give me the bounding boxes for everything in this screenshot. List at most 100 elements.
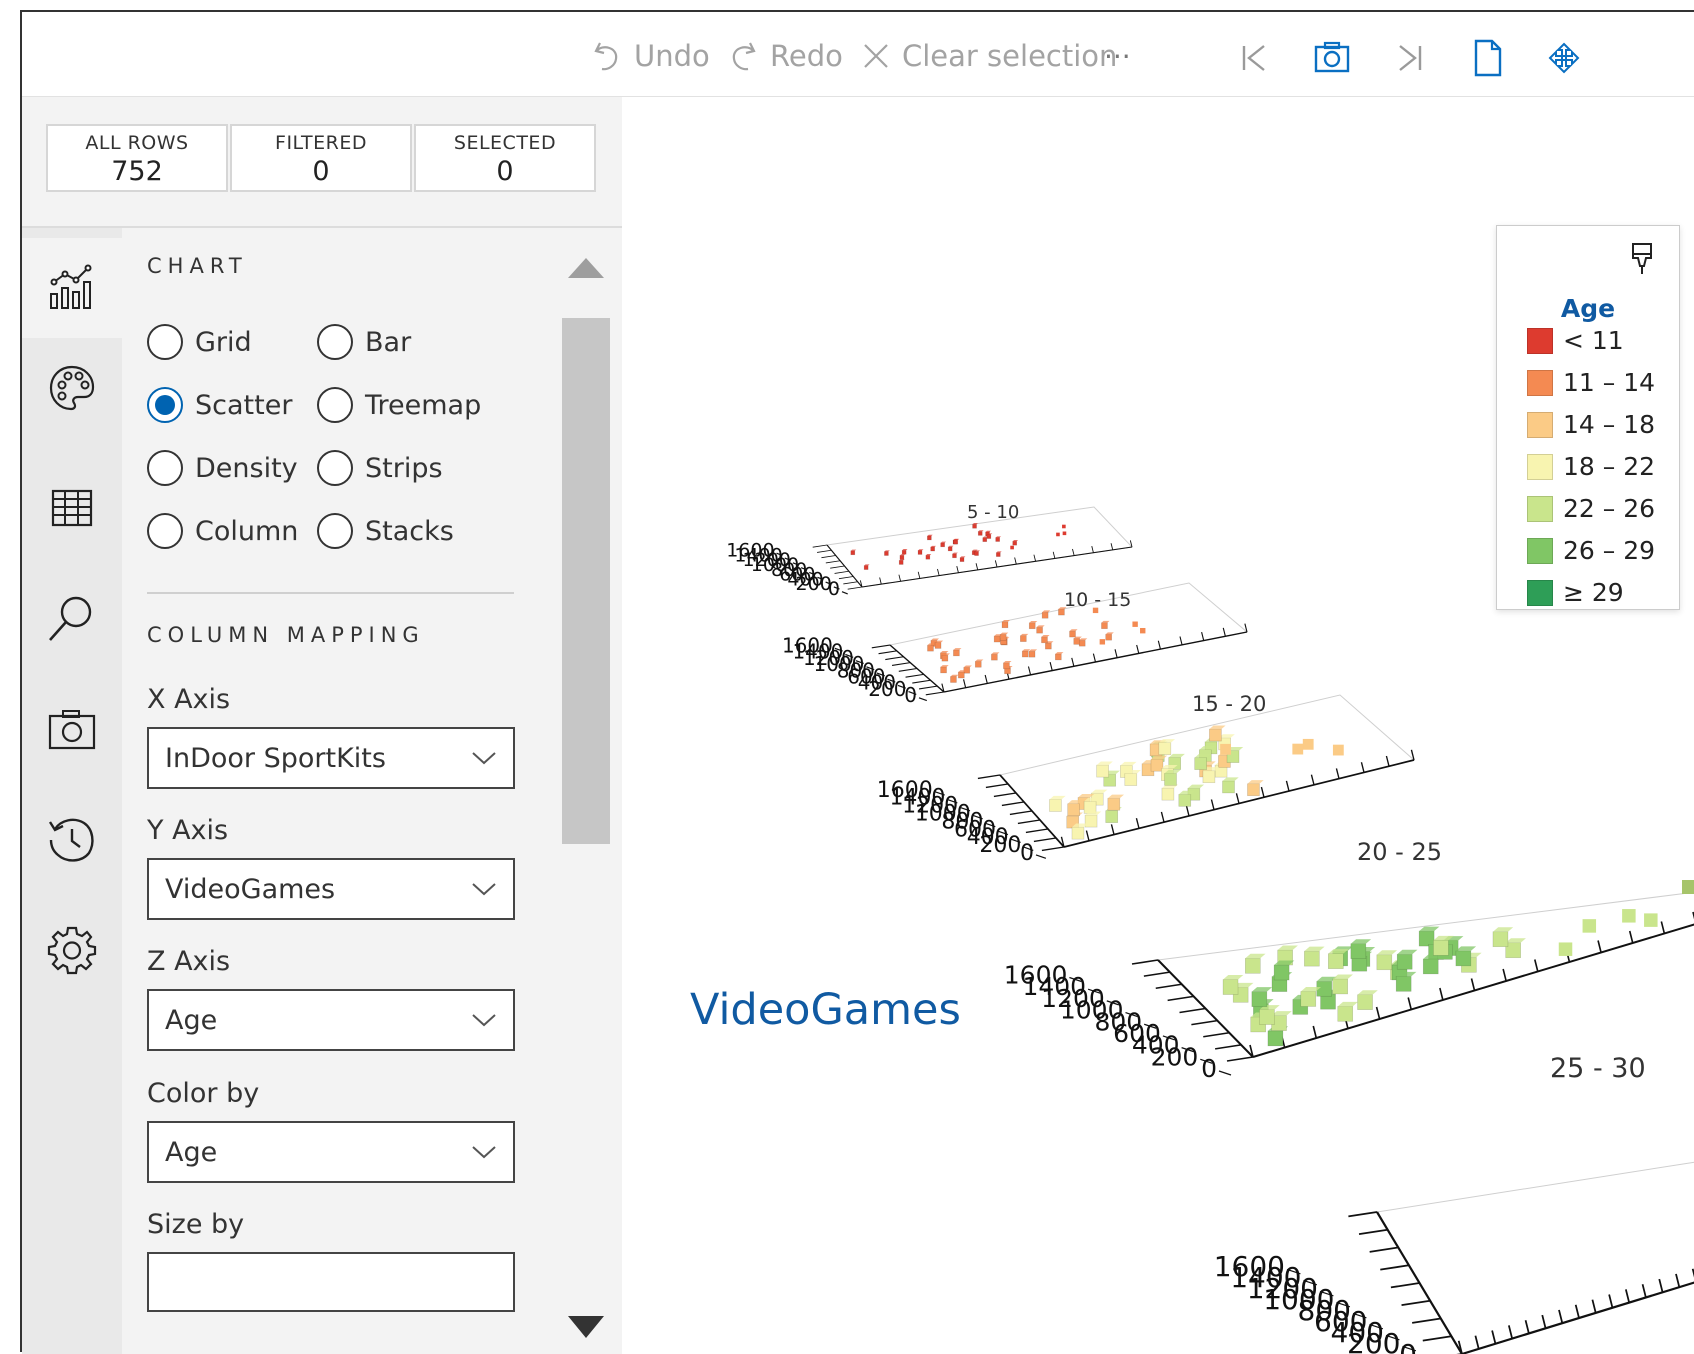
rail-palette[interactable] bbox=[22, 338, 122, 438]
scatter-outlier bbox=[1682, 880, 1694, 894]
z-axis-select[interactable]: Age bbox=[147, 989, 515, 1051]
rail-table[interactable] bbox=[22, 458, 122, 558]
scatter-point bbox=[1158, 742, 1172, 756]
radio-grid[interactable]: Grid bbox=[147, 324, 252, 360]
rail-history[interactable] bbox=[22, 790, 122, 890]
radio-circle-selected[interactable] bbox=[147, 387, 183, 423]
more-button[interactable]: ··· bbox=[1104, 36, 1131, 76]
facet-z-tick bbox=[993, 792, 1017, 798]
palette-icon bbox=[49, 365, 95, 411]
undo-button[interactable]: Undo bbox=[592, 36, 710, 76]
pin-icon[interactable] bbox=[1629, 242, 1655, 276]
facet-z-tick bbox=[1143, 971, 1170, 977]
rail-settings[interactable] bbox=[22, 900, 122, 1000]
gear-icon bbox=[47, 926, 97, 975]
camera-icon[interactable] bbox=[1312, 38, 1352, 78]
legend-item[interactable]: ≥ 29 bbox=[1527, 578, 1624, 607]
scatter-point bbox=[1376, 954, 1393, 971]
color-legend[interactable]: Age < 11 11 – 14 14 – 18 18 – 22 22 – 26 26 –… bbox=[1496, 225, 1680, 610]
scatter-outlier bbox=[1582, 919, 1597, 933]
radio-circle[interactable] bbox=[317, 513, 353, 549]
radio-label: Grid bbox=[195, 326, 252, 358]
rail-chart[interactable] bbox=[22, 238, 122, 338]
axis-tick-mark bbox=[918, 697, 928, 702]
radio-circle[interactable] bbox=[317, 387, 353, 423]
radio-scatter[interactable]: Scatter bbox=[147, 387, 292, 423]
selected-value: 0 bbox=[496, 156, 514, 187]
radio-circle[interactable] bbox=[147, 324, 183, 360]
legend-swatch bbox=[1527, 327, 1553, 354]
scatter-point bbox=[1304, 950, 1320, 967]
legend-swatch bbox=[1527, 453, 1553, 480]
legend-item[interactable]: 22 – 26 bbox=[1527, 494, 1655, 523]
scatter-point bbox=[1020, 635, 1027, 642]
filtered-value: 0 bbox=[312, 156, 330, 187]
facet-z-tick bbox=[1009, 810, 1033, 816]
scatter-point bbox=[1084, 814, 1098, 828]
redo-button[interactable]: Redo bbox=[728, 36, 843, 76]
facet-x-tick bbox=[1574, 1304, 1580, 1319]
scatter-point bbox=[952, 553, 957, 559]
legend-item[interactable]: 11 – 14 bbox=[1527, 368, 1655, 397]
scatter-point bbox=[1096, 764, 1109, 778]
chevron-down-icon bbox=[472, 883, 496, 896]
scroll-up-icon[interactable] bbox=[564, 254, 608, 284]
scatter-point bbox=[1003, 662, 1010, 670]
radio-label: Column bbox=[195, 515, 299, 547]
radio-column[interactable]: Column bbox=[147, 513, 298, 549]
page-icon[interactable] bbox=[1468, 38, 1508, 78]
radio-treemap[interactable]: Treemap bbox=[317, 387, 481, 423]
rail-camera[interactable] bbox=[22, 680, 122, 780]
radio-bar[interactable]: Bar bbox=[317, 324, 411, 360]
last-page-icon[interactable] bbox=[1390, 38, 1430, 78]
radio-circle[interactable] bbox=[147, 450, 183, 486]
facet-z-tick bbox=[977, 774, 1001, 780]
scatter-point bbox=[1036, 626, 1043, 634]
facet-z-tick bbox=[1041, 846, 1065, 852]
scatter-outlier bbox=[1092, 607, 1099, 614]
legend-item[interactable]: 18 – 22 bbox=[1527, 452, 1655, 481]
all-rows-value: 752 bbox=[111, 156, 163, 187]
color-by-select[interactable]: Age bbox=[147, 1121, 515, 1183]
panel-scrollbar[interactable] bbox=[542, 228, 622, 1354]
radio-label: Scatter bbox=[195, 389, 293, 421]
legend-label: ≥ 29 bbox=[1563, 578, 1624, 607]
scatter-point bbox=[1209, 728, 1222, 742]
y-axis-select[interactable]: VideoGames bbox=[147, 858, 515, 920]
scatter-point bbox=[1164, 773, 1177, 786]
first-page-icon[interactable] bbox=[1234, 38, 1274, 78]
facet-z-tick bbox=[847, 586, 863, 590]
x-axis-select[interactable]: InDoor SportKits bbox=[147, 727, 515, 789]
clear-selection-button[interactable]: Clear selection bbox=[862, 36, 1117, 76]
legend-item[interactable]: 14 – 18 bbox=[1527, 410, 1655, 439]
scatter-point bbox=[1222, 979, 1239, 995]
scatter-point bbox=[1395, 976, 1412, 992]
move-icon[interactable] bbox=[1544, 38, 1584, 78]
scatter-outlier bbox=[1062, 524, 1066, 529]
scatter-point bbox=[941, 654, 949, 662]
radio-circle[interactable] bbox=[147, 513, 183, 549]
legend-item[interactable]: 26 – 29 bbox=[1527, 536, 1655, 565]
size-by-select[interactable] bbox=[147, 1252, 515, 1312]
radio-strips[interactable]: Strips bbox=[317, 450, 443, 486]
axis-tick-mark bbox=[1218, 1070, 1232, 1076]
scroll-thumb[interactable] bbox=[562, 318, 610, 844]
radio-circle[interactable] bbox=[317, 324, 353, 360]
radio-stacks[interactable]: Stacks bbox=[317, 513, 454, 549]
scatter-point bbox=[1300, 991, 1317, 1007]
scroll-down-icon[interactable] bbox=[564, 1312, 608, 1342]
scatter-point bbox=[953, 539, 959, 545]
facet-z-tick bbox=[1155, 983, 1182, 990]
rail-search[interactable] bbox=[22, 568, 122, 668]
radio-circle[interactable] bbox=[317, 450, 353, 486]
radio-density[interactable]: Density bbox=[147, 450, 298, 486]
facet-z-tick bbox=[891, 662, 911, 666]
redo-label: Redo bbox=[770, 39, 843, 73]
scatter-point bbox=[930, 546, 935, 552]
legend-swatch bbox=[1527, 495, 1553, 522]
facet-x-tick bbox=[1524, 1320, 1530, 1334]
scatter-point bbox=[927, 644, 934, 652]
app-window: Undo Redo Clear selection ··· ALL ROWS 7… bbox=[20, 10, 1694, 1354]
legend-swatch bbox=[1527, 369, 1553, 396]
legend-item[interactable]: < 11 bbox=[1527, 326, 1624, 355]
